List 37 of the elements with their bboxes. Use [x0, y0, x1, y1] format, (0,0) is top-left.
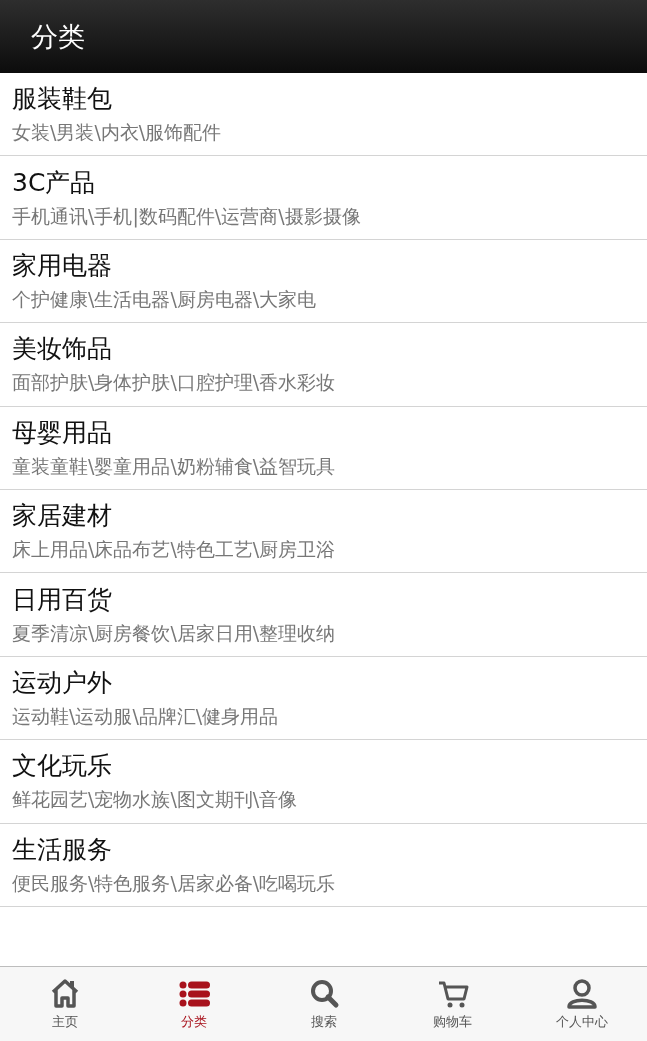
- user-icon: [566, 977, 599, 1010]
- category-subtitle: 鲜花园艺\宠物水族\图文期刊\音像: [12, 787, 298, 813]
- tab-button[interactable]: 搜索: [258, 967, 389, 1041]
- category-subtitle: 运动鞋\运动服\品牌汇\健身用品: [12, 703, 279, 729]
- category-subtitle: 床上用品\床品布艺\特色工艺\厨房卫浴: [12, 537, 336, 563]
- category-row[interactable]: 生活服务 便民服务\特色服务\居家必备\吃喝玩乐: [0, 823, 647, 907]
- category-row[interactable]: 家居建材 床上用品\床品布艺\特色工艺\厨房卫浴: [0, 489, 647, 574]
- category-name: 文化玩乐: [12, 750, 112, 783]
- category-row[interactable]: 3C产品 手机通讯\手机|数码配件\运营商\摄影摄像: [0, 156, 647, 240]
- category-row[interactable]: 美妆饰品 面部护肤\身体护肤\口腔护理\香水彩妆: [0, 323, 647, 407]
- category-name: 3C产品: [12, 166, 96, 199]
- category-row[interactable]: 服装鞋包 女装\男装\内衣\服饰配件: [0, 73, 647, 157]
- tab-button[interactable]: 购物车: [388, 967, 518, 1041]
- category-name: 日用百货: [12, 583, 112, 616]
- category-row[interactable]: 运动户外 运动鞋\运动服\品牌汇\健身用品: [0, 656, 647, 741]
- tab-button[interactable]: 分类: [129, 967, 259, 1041]
- tab-button[interactable]: 主页: [0, 967, 130, 1041]
- category-subtitle: 便民服务\特色服务\居家必备\吃喝玩乐: [12, 870, 336, 896]
- category-row[interactable]: 日用百货 夏季清凉\厨房餐饮\居家日用\整理收纳: [0, 573, 647, 657]
- category-name: 家用电器: [12, 249, 112, 282]
- category-subtitle: 女装\男装\内衣\服饰配件: [12, 120, 222, 146]
- category-row[interactable]: 家用电器 个护健康\生活电器\厨房电器\大家电: [0, 239, 647, 324]
- tab-button[interactable]: 个人中心: [517, 967, 647, 1041]
- category-name: 美妆饰品: [12, 333, 112, 366]
- category-subtitle: 手机通讯\手机|数码配件\运营商\摄影摄像: [12, 203, 361, 229]
- category-subtitle: 夏季清凉\厨房餐饮\居家日用\整理收纳: [12, 620, 336, 646]
- category-name: 生活服务: [12, 833, 112, 866]
- category-row[interactable]: 文化玩乐 鲜花园艺\宠物水族\图文期刊\音像: [0, 740, 647, 824]
- category-name: 家居建材: [12, 500, 112, 533]
- category-subtitle: 童装童鞋\婴童用品\奶粉辅食\益智玩具: [12, 453, 336, 479]
- page-title: 分类: [31, 19, 85, 54]
- category-subtitle: 面部护肤\身体护肤\口腔护理\香水彩妆: [12, 370, 336, 396]
- category-name: 母婴用品: [12, 416, 112, 449]
- category-row[interactable]: 母婴用品 童装童鞋\婴童用品\奶粉辅食\益智玩具: [0, 406, 647, 490]
- category-subtitle: 个护健康\生活电器\厨房电器\大家电: [12, 286, 317, 312]
- category-name: 服装鞋包: [12, 83, 112, 116]
- category-name: 运动户外: [12, 666, 112, 699]
